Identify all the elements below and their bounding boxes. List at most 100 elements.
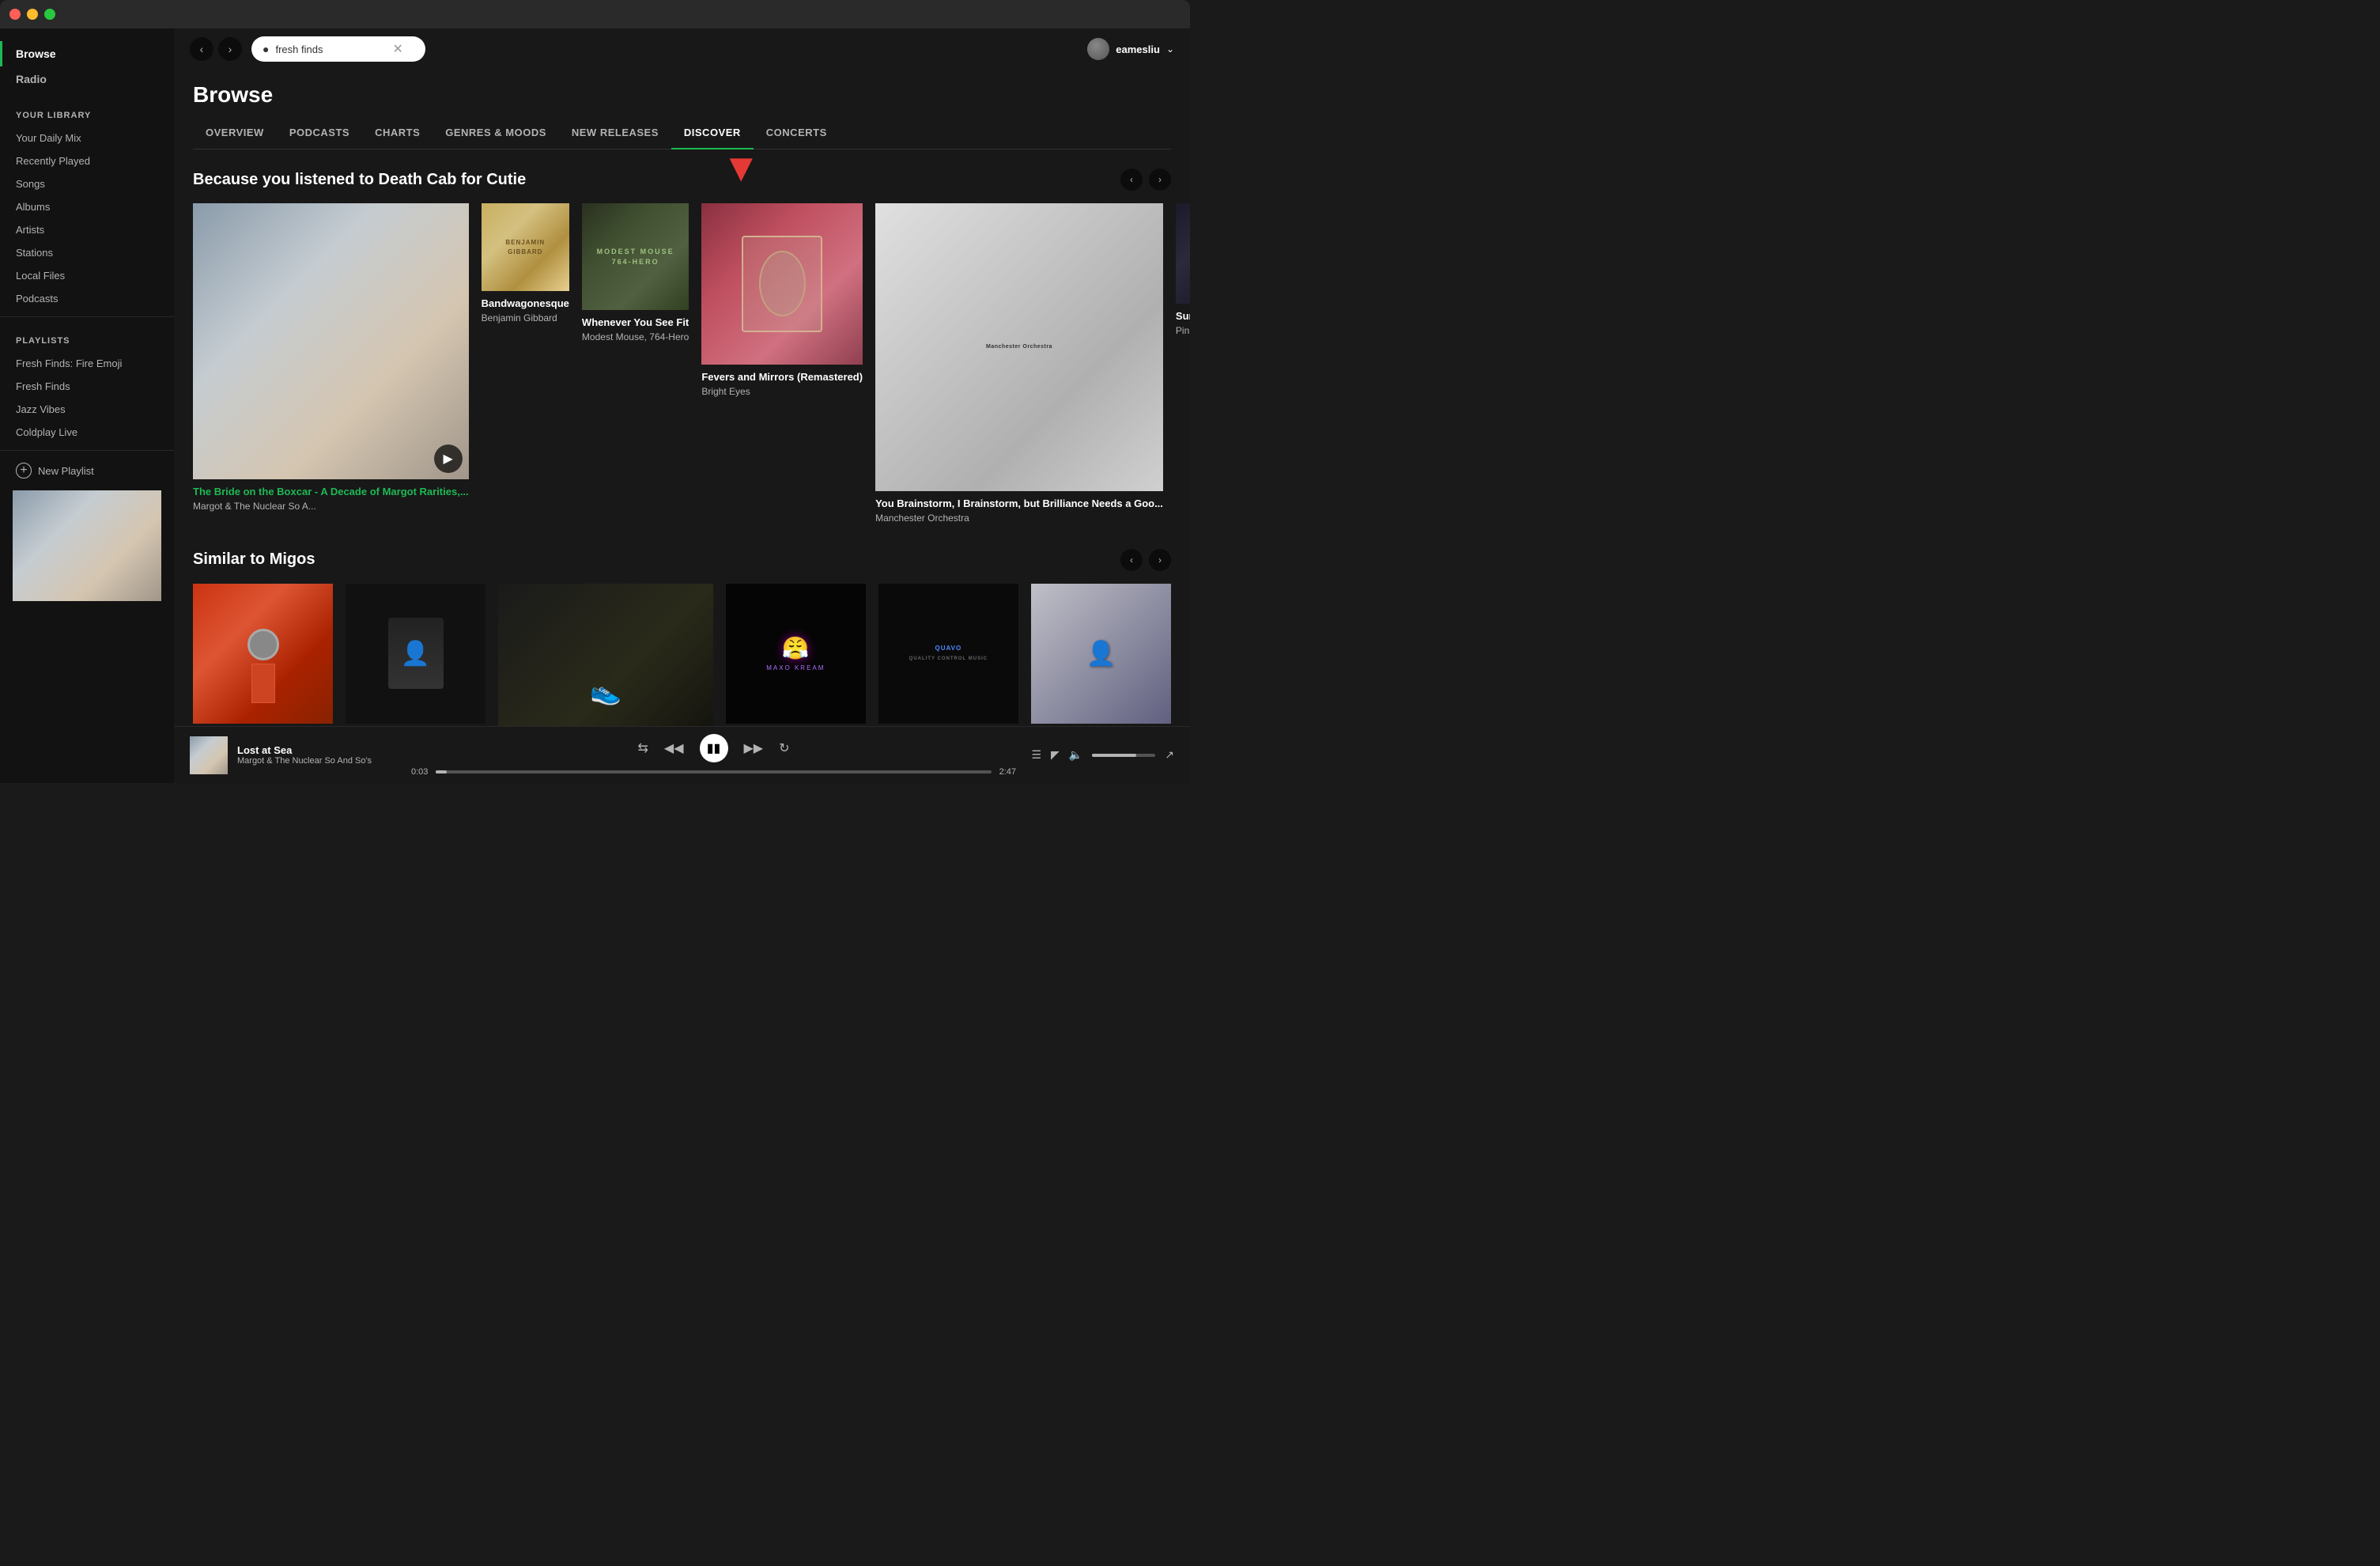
player-right: ☰ ◤ 🔈 ↗ — [1016, 748, 1174, 762]
section-header-2: Similar to Migos ‹ › — [193, 549, 1171, 571]
album-card-2-3[interactable]: 👟 Drip From My Walk (feat. Lil Yachty) [… — [498, 584, 713, 726]
album-title-1-5: You Brainstorm, I Brainstorm, but Brilli… — [875, 497, 1163, 509]
devices-icon[interactable]: ◤ — [1051, 748, 1060, 762]
album-art-image-2-5: QUAVOQUALITY CONTROL MUSIC — [878, 584, 1018, 724]
sidebar-playlist-fresh-finds-fire[interactable]: Fresh Finds: Fire Emoji — [0, 352, 174, 375]
sidebar-item-local-files[interactable]: Local Files — [0, 264, 174, 287]
maximize-button[interactable] — [44, 9, 55, 20]
player-bar: Lost at Sea Margot & The Nuclear So And … — [174, 726, 1190, 783]
section-header-1: Because you listened to Death Cab for Cu… — [193, 168, 1171, 191]
album-art-image-1-4 — [701, 203, 863, 365]
tab-overview[interactable]: OVERVIEW — [193, 117, 277, 149]
album-card-2-2[interactable]: 👤 Rockets Jay Critch — [346, 584, 485, 726]
album-card-1-6[interactable]: — Summer in Abaddon — Summer in Abaddon … — [1176, 203, 1190, 524]
shuffle-button[interactable]: ⇆ — [637, 740, 648, 756]
tab-genres-moods[interactable]: GENRES & MOODS — [433, 117, 559, 149]
minimize-button[interactable] — [27, 9, 38, 20]
album-card-1-2[interactable]: Benjamin Gibbard Bandwagonesque Benjamin… — [482, 203, 569, 524]
username-label: eamesliu — [1116, 44, 1160, 55]
sidebar-playlist-jazz-vibes[interactable]: Jazz Vibes — [0, 398, 174, 421]
back-button[interactable]: ‹ — [190, 37, 213, 61]
sidebar-divider-2 — [0, 450, 174, 451]
new-playlist-button[interactable]: + New Playlist — [0, 457, 174, 484]
volume-fill — [1092, 754, 1136, 757]
sidebar-item-browse[interactable]: Browse — [0, 41, 174, 66]
user-area[interactable]: eamesliu ⌄ — [1087, 38, 1174, 60]
album-card-2-6[interactable]: 👤 Tell Her Nothing Young Thug — [1031, 584, 1171, 726]
album-art-1-6: — Summer in Abaddon — — [1176, 203, 1190, 304]
new-playlist-label: New Playlist — [38, 465, 94, 477]
sidebar-divider — [0, 316, 174, 317]
close-button[interactable] — [9, 9, 21, 20]
playlists-section-label: PLAYLISTS — [0, 323, 174, 352]
expand-icon[interactable]: ↗ — [1165, 748, 1174, 762]
album-grid-1: ▶ The Bride on the Boxcar - A Decade of … — [193, 203, 1171, 524]
album-card-2-1[interactable]: Painting Pictures Kodak Black — [193, 584, 333, 726]
next-button[interactable]: ▶▶ — [744, 740, 764, 756]
play-pause-button[interactable]: ▮▮ — [700, 734, 728, 762]
section-death-cab: Because you listened to Death Cab for Cu… — [193, 168, 1171, 524]
sidebar-playlist-coldplay-live[interactable]: Coldplay Live — [0, 421, 174, 444]
player-track-name: Lost at Sea — [237, 744, 372, 756]
sidebar-nav: Browse Radio — [0, 28, 174, 98]
section-prev-1[interactable]: ‹ — [1120, 168, 1143, 191]
album-art-2-3: 👟 — [498, 584, 713, 726]
tab-new-releases[interactable]: NEW RELEASES — [559, 117, 671, 149]
sidebar-item-albums[interactable]: Albums — [0, 195, 174, 218]
album-art-1-1: ▶ — [193, 203, 469, 479]
album-art-1-2: Benjamin Gibbard — [482, 203, 569, 291]
avatar — [1087, 38, 1109, 60]
sidebar-item-radio[interactable]: Radio — [0, 66, 174, 92]
sidebar-playlist-fresh-finds[interactable]: Fresh Finds — [0, 375, 174, 398]
sidebar-item-podcasts[interactable]: Podcasts — [0, 287, 174, 310]
album-art-image-2-4: 😤 MAXO KREAM — [726, 584, 866, 724]
volume-icon[interactable]: 🔈 — [1069, 748, 1082, 762]
album-card-2-5[interactable]: QUAVOQUALITY CONTROL MUSIC Quality Contr… — [878, 584, 1018, 726]
progress-row: 0:03 2:47 — [411, 767, 1016, 777]
album-artist-1-4: Bright Eyes — [701, 386, 863, 397]
player-center: ⇆ ◀◀ ▮▮ ▶▶ ↻ 0:03 2:47 — [411, 734, 1016, 777]
prev-button[interactable]: ◀◀ — [664, 740, 684, 756]
album-art-image-1-6: — Summer in Abaddon — — [1176, 203, 1190, 304]
album-title-1-6: Summer in Abaddon — [1176, 310, 1190, 322]
album-card-1-5[interactable]: Manchester Orchestra You Brainstorm, I B… — [875, 203, 1163, 524]
volume-bar[interactable] — [1092, 754, 1155, 757]
queue-icon[interactable]: ☰ — [1031, 748, 1041, 762]
album-card-1-4[interactable]: Fevers and Mirrors (Remastered) Bright E… — [701, 203, 863, 524]
search-input[interactable] — [275, 44, 386, 55]
window-chrome — [0, 0, 1190, 28]
tab-podcasts[interactable]: PODCASTS — [277, 117, 362, 149]
sidebar-item-songs[interactable]: Songs — [0, 172, 174, 195]
section-prev-2[interactable]: ‹ — [1120, 549, 1143, 571]
plus-icon: + — [16, 463, 32, 478]
album-artist-1-3: Modest Mouse, 764-Hero — [582, 331, 689, 342]
album-art-1-3: MODEST MOUSE 764-HERO — [582, 203, 689, 310]
section-next-2[interactable]: › — [1149, 549, 1171, 571]
avatar-image — [1087, 38, 1109, 60]
sidebar-item-your-daily-mix[interactable]: Your Daily Mix — [0, 127, 174, 149]
player-album-art — [190, 736, 228, 774]
repeat-button[interactable]: ↻ — [779, 740, 789, 756]
album-card-1-1[interactable]: ▶ The Bride on the Boxcar - A Decade of … — [193, 203, 469, 524]
sidebar-item-recently-played[interactable]: Recently Played — [0, 149, 174, 172]
search-clear-icon[interactable]: ✕ — [392, 41, 402, 57]
forward-button[interactable]: › — [218, 37, 242, 61]
section-nav-1: ‹ › — [1120, 168, 1171, 191]
tab-discover[interactable]: DISCOVER — [671, 117, 754, 149]
search-icon: ● — [263, 43, 269, 55]
section-next-1[interactable]: › — [1149, 168, 1171, 191]
play-overlay-1-1: ▶ — [434, 444, 463, 473]
tab-charts[interactable]: CHARTS — [362, 117, 433, 149]
album-card-1-3[interactable]: MODEST MOUSE 764-HERO Whenever You See F… — [582, 203, 689, 524]
album-art-image-2-6: 👤 — [1031, 584, 1171, 724]
sidebar-item-artists[interactable]: Artists — [0, 218, 174, 241]
album-art-1-4 — [701, 203, 863, 365]
sidebar-item-stations[interactable]: Stations — [0, 241, 174, 264]
progress-bar[interactable] — [436, 770, 991, 774]
album-card-2-4[interactable]: 😤 MAXO KREAM QuiccStrikes Maxo Kream — [726, 584, 866, 726]
time-total: 2:47 — [999, 767, 1016, 777]
album-art-image-1-1 — [193, 203, 469, 479]
tab-concerts[interactable]: CONCERTS — [754, 117, 840, 149]
section-title-2: Similar to Migos — [193, 550, 315, 569]
app-container: Browse Radio YOUR LIBRARY Your Daily Mix… — [0, 28, 1190, 783]
